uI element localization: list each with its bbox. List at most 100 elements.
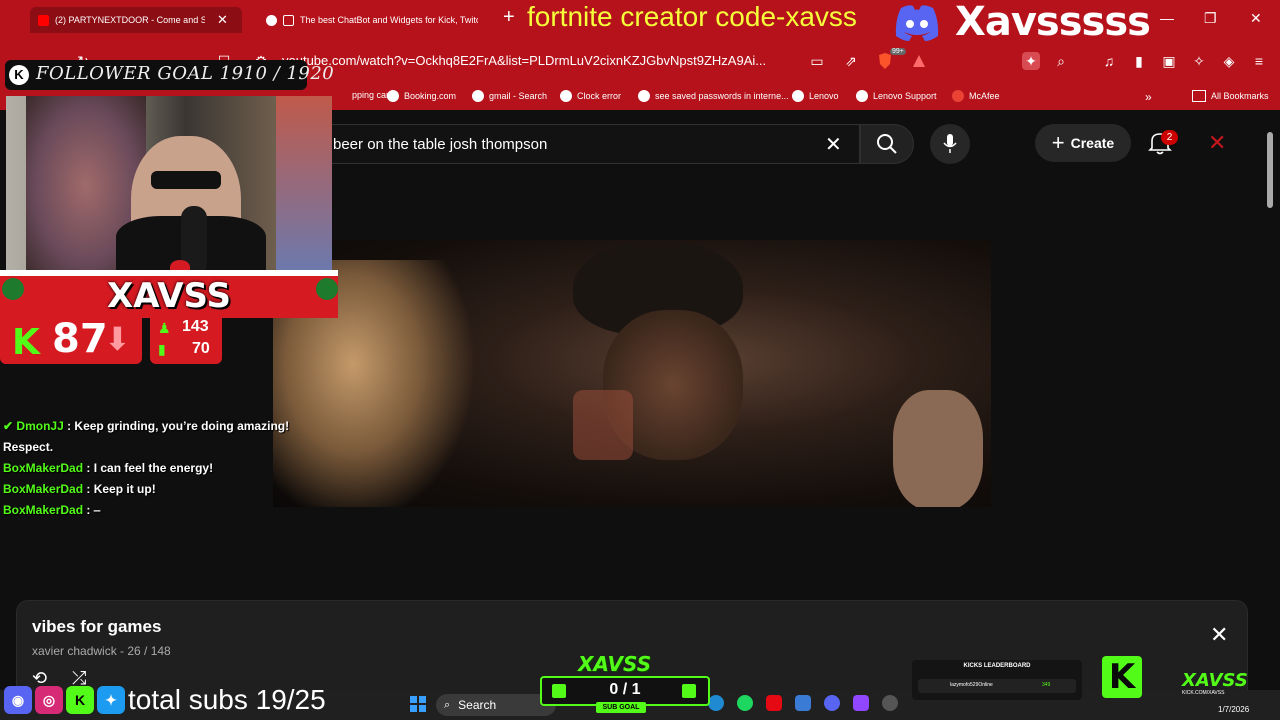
netflix-icon[interactable] — [766, 695, 782, 711]
close-tab-icon[interactable]: ✕ — [217, 12, 228, 28]
bookmark-label: Lenovo Support — [873, 91, 937, 101]
leaderboard-name: lazymofo529Online — [950, 682, 993, 688]
minimize-button[interactable]: — — [1160, 10, 1174, 26]
leo-ai-icon[interactable]: ✧ — [1190, 52, 1208, 70]
url-field[interactable]: youtube.com/watch?v=Ockhq8E2FrA&list=PLD… — [282, 53, 766, 68]
bookmark-item[interactable]: see saved passwords in interne... — [638, 90, 789, 102]
sidebar-icon[interactable]: ▮ — [1130, 52, 1148, 70]
search-icon: ⌕ — [444, 698, 451, 711]
playlist-title[interactable]: vibes for games — [32, 617, 161, 637]
kick-brand-url: KICK.COM/XAVSS — [1182, 690, 1225, 696]
chat-message: ✔ DmonJJ : Keep grinding, you’re doing a… — [3, 419, 290, 433]
leaderboard-amount: 349 — [1042, 682, 1051, 688]
new-tab-button[interactable]: + — [503, 6, 515, 29]
menu-icon[interactable]: ≡ — [1250, 52, 1268, 70]
taskbar-search[interactable]: ⌕ Search — [436, 694, 556, 716]
leaderboard-title: KICKS LEADERBOARD — [963, 663, 1031, 669]
maximize-button[interactable]: ❐ — [1204, 10, 1217, 27]
banner-name: XAVSS — [107, 276, 231, 316]
page-scrollbar[interactable] — [1267, 132, 1273, 208]
leaderboard-row: lazymofo529Online 349 — [918, 679, 1076, 693]
video-player[interactable] — [273, 240, 991, 507]
bookmark-label: Lenovo — [809, 91, 839, 101]
chat-continuation: Respect. — [3, 440, 54, 454]
playlist-meta: xavier chadwick - 26 / 148 — [32, 644, 171, 658]
bookmark-item[interactable]: Clock error — [560, 90, 621, 102]
social-icons: ◉ ◎ K ✦ — [4, 686, 125, 714]
bookmark-item[interactable]: McAfee — [952, 90, 1000, 102]
all-bookmarks-label: All Bookmarks — [1211, 91, 1269, 101]
bookmark-label: see saved passwords in interne... — [655, 91, 789, 101]
bar-chart-icon: ▮ — [158, 341, 166, 357]
chat-username: BoxMakerDad — [3, 482, 84, 496]
discord-icon — [893, 4, 941, 47]
discord-icon: ◉ — [4, 686, 32, 714]
sub-goal-logo: XAVSS — [578, 652, 652, 676]
clear-search-icon[interactable]: ✕ — [825, 132, 842, 157]
tab-youtube[interactable]: (2) PARTYNEXTDOOR - Come and See Me (O ✕ — [30, 7, 242, 33]
video-frame-detail — [573, 390, 633, 460]
bookmark-item[interactable]: Booking.com — [387, 90, 456, 102]
bookmark-item[interactable]: gmail - Search — [472, 90, 547, 102]
kick-icon: K — [66, 686, 94, 714]
sub-goal-label: SUB GOAL — [596, 702, 646, 713]
stat-value: 70 — [192, 340, 210, 357]
bookmark-label: Booking.com — [404, 91, 457, 101]
chat-message: BoxMakerDad : ‒ — [3, 503, 101, 517]
search-button[interactable] — [860, 124, 914, 164]
sub-goal-count: 0 / 1 — [609, 681, 641, 698]
total-subs: total subs 19/25 — [128, 684, 326, 715]
all-bookmarks-button[interactable]: All Bookmarks — [1192, 90, 1269, 102]
globe-icon — [792, 90, 804, 102]
globe-icon — [387, 90, 399, 102]
folder-icon — [1192, 90, 1206, 102]
more-bookmarks-icon[interactable]: » — [1145, 90, 1152, 104]
globe-icon — [472, 90, 484, 102]
cast-icon[interactable]: ▭ — [808, 52, 826, 70]
plus-icon: + — [1051, 130, 1065, 155]
bookmark-label: gmail - Search — [489, 91, 548, 101]
music-icon[interactable]: ♫ — [1100, 52, 1118, 70]
close-icon[interactable]: ✕ — [1208, 130, 1226, 156]
page-icon — [283, 14, 294, 26]
instagram-icon: ◎ — [35, 686, 63, 714]
tab-chatbot[interactable]: The best ChatBot and Widgets for Kick, T… — [258, 7, 498, 33]
share-icon[interactable]: ⇗ — [842, 52, 860, 70]
webcam-detail — [151, 171, 221, 189]
windows-start-icon[interactable] — [410, 696, 426, 717]
globe-icon — [638, 90, 650, 102]
overlay-channel-name: Xavsssss — [955, 0, 1151, 45]
taskbar-search-label: Search — [458, 698, 497, 712]
edge-icon[interactable] — [708, 695, 724, 711]
vpn-icon[interactable]: ◈ — [1220, 52, 1238, 70]
extension-badge: 99+ — [890, 48, 906, 55]
chat-text: Keep it up! — [93, 482, 156, 496]
wallet-icon[interactable]: ▣ — [1160, 52, 1178, 70]
taskbar-date: 1/7/2026 — [1218, 705, 1250, 714]
kick-logo-icon: K — [1102, 656, 1142, 698]
chat-username: DmonJJ — [16, 419, 64, 433]
bookmark-label: McAfee — [969, 91, 1000, 101]
close-window-button[interactable]: ✕ — [1250, 10, 1262, 27]
bookmark-item[interactable]: Lenovo Support — [856, 90, 937, 102]
voice-search-button[interactable] — [930, 124, 970, 164]
diamond-icon — [266, 14, 277, 26]
app-icon[interactable] — [853, 695, 869, 711]
brave-rewards-icon[interactable] — [910, 52, 928, 70]
bookmark-label: Clock error — [577, 91, 622, 101]
spotify-icon[interactable] — [737, 695, 753, 711]
search-tab-icon[interactable]: ⌕ — [1052, 52, 1070, 70]
app-icon[interactable] — [882, 695, 898, 711]
tab-title: The best ChatBot and Widgets for Kick, T… — [300, 15, 478, 25]
close-playlist-icon[interactable]: ✕ — [1210, 622, 1228, 648]
app-icon[interactable] — [795, 695, 811, 711]
bookmark-label: pping cart — [352, 90, 392, 100]
mcafee-icon — [952, 90, 964, 102]
create-button[interactable]: + Create — [1035, 124, 1131, 162]
bookmark-item[interactable]: pping cart — [352, 90, 392, 100]
discord-icon[interactable] — [824, 695, 840, 711]
webcam-detail — [276, 96, 332, 276]
bookmark-item[interactable]: Lenovo — [792, 90, 839, 102]
extensions-icon[interactable]: ✦ — [1022, 52, 1040, 70]
search-input[interactable]: beer on the table josh thompson — [333, 136, 547, 153]
